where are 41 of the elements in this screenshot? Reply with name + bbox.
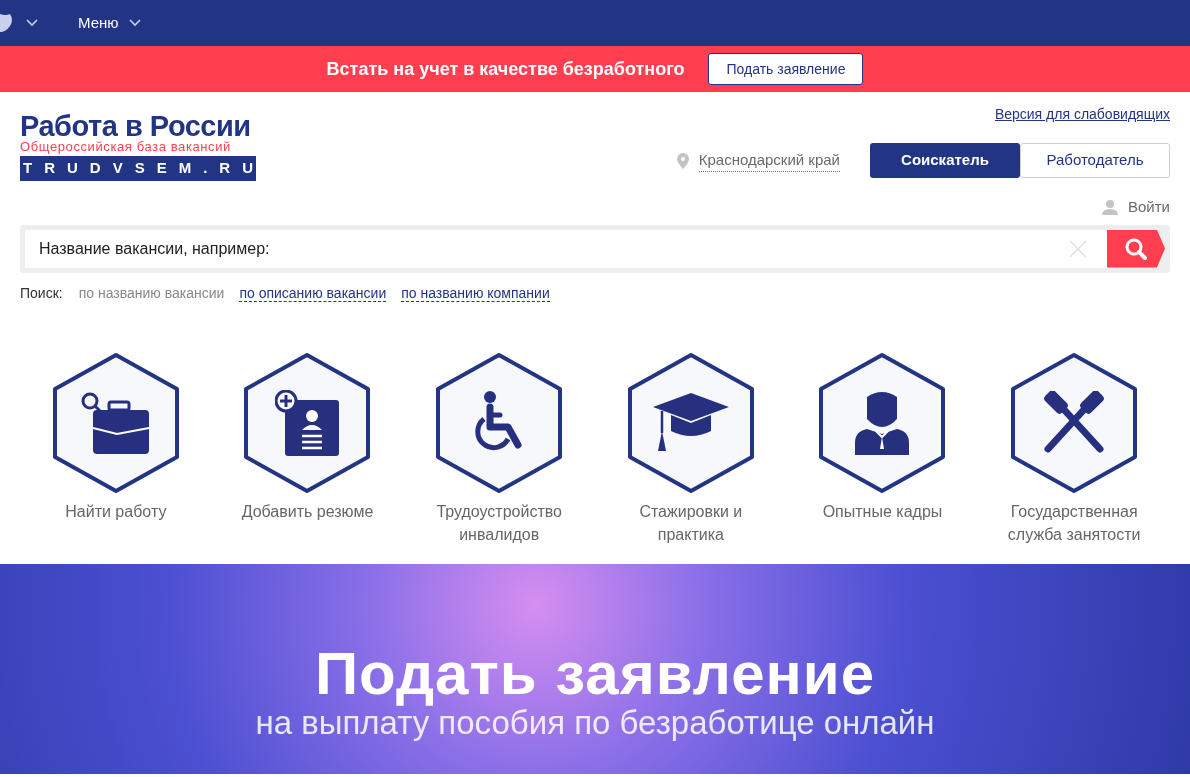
- role-tab[interactable]: Работодатель: [1020, 143, 1170, 178]
- logo-title: Работа в России: [20, 112, 252, 140]
- menu-button[interactable]: Меню: [78, 11, 141, 35]
- alert-text: Встать на учет в качестве безработного: [326, 57, 685, 81]
- logo-domain: TRUDVSEM.RU: [20, 156, 256, 181]
- search-label: Поиск:: [20, 283, 63, 303]
- logo-subtitle: Общероссийская база вакансий: [20, 140, 232, 153]
- service-label[interactable]: Трудоустройство инвалидов: [419, 499, 580, 546]
- service-tile[interactable]: [818, 351, 947, 494]
- graduation-cap-icon: [652, 392, 729, 453]
- search-button[interactable]: [1107, 229, 1165, 268]
- service-label[interactable]: Найти работу: [35, 499, 196, 523]
- service-label[interactable]: Добавить резюме: [227, 499, 388, 523]
- briefcase-search-icon: [80, 391, 151, 454]
- search-mode-link[interactable]: по названию вакансии: [78, 282, 225, 304]
- hero-title: Подать заявление: [314, 643, 876, 704]
- region-link[interactable]: Краснодарский край: [698, 148, 840, 173]
- crossed-hammers-icon: [1042, 390, 1107, 455]
- service-tile[interactable]: [243, 351, 372, 494]
- role-tab[interactable]: Соискатель: [870, 143, 1020, 178]
- search-mode-link[interactable]: по описанию вакансии: [239, 284, 387, 302]
- accessibility-link[interactable]: Версия для слабовидящих: [994, 104, 1170, 125]
- clear-icon: [1069, 239, 1087, 258]
- service-label[interactable]: Опытные кадры: [802, 499, 963, 523]
- service-tile[interactable]: [51, 351, 180, 494]
- search-field[interactable]: Название вакансии, например:: [25, 229, 1063, 268]
- service-tile[interactable]: [435, 351, 564, 494]
- apply-button[interactable]: Подать заявление: [708, 53, 864, 85]
- chevron-down-icon: [26, 19, 38, 27]
- search-icon: [1125, 237, 1147, 260]
- login-link[interactable]: Войти: [1128, 196, 1170, 219]
- service-label[interactable]: Государственная служба занятости: [994, 499, 1155, 546]
- search-mode-link[interactable]: по названию компании: [401, 284, 550, 302]
- businessman-icon: [855, 390, 910, 455]
- service-label[interactable]: Стажировки и практика: [610, 499, 771, 546]
- location-pin-icon: [676, 152, 689, 169]
- user-icon: [1102, 199, 1118, 216]
- service-tile[interactable]: [626, 351, 755, 494]
- service-tile[interactable]: [1010, 351, 1139, 494]
- chevron-down-icon: [128, 19, 141, 27]
- resume-add-icon: [275, 389, 340, 456]
